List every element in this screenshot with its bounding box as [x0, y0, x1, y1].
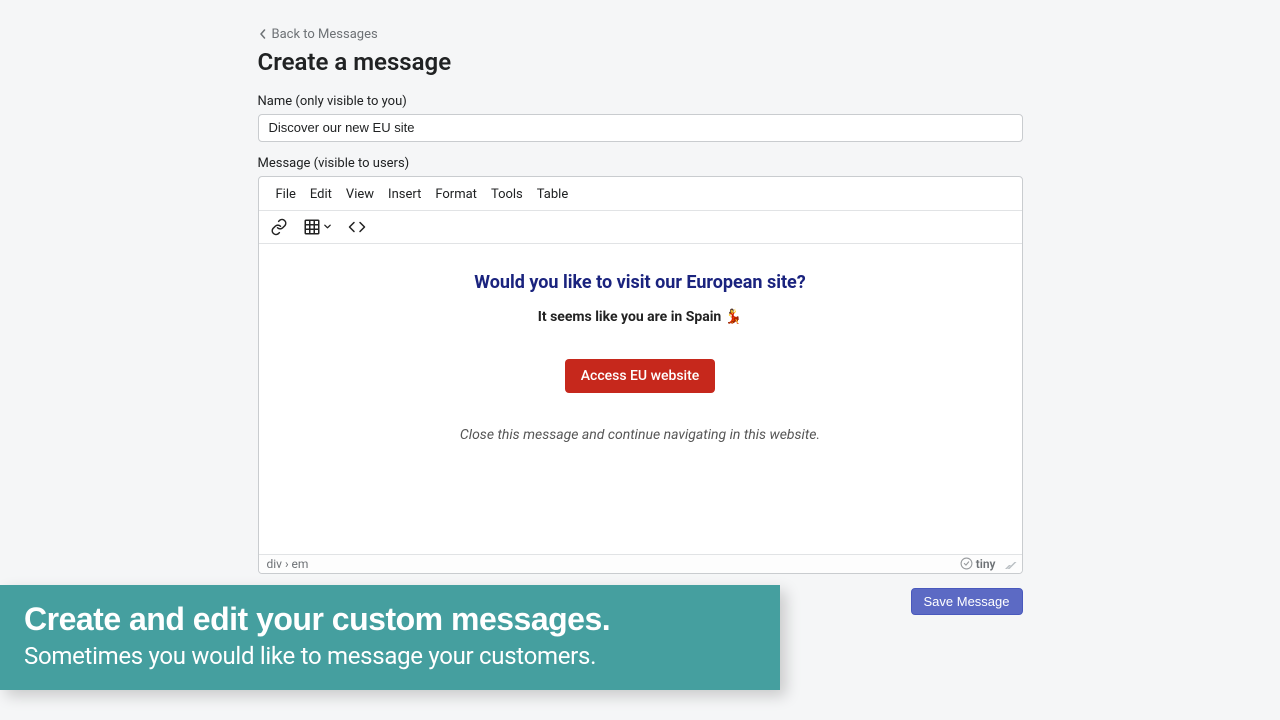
name-label: Name (only visible to you) — [258, 94, 1023, 109]
table-icon[interactable] — [303, 217, 333, 237]
content-headline: Would you like to visit our European sit… — [279, 272, 1002, 293]
editor-content-area[interactable]: Would you like to visit our European sit… — [259, 244, 1022, 554]
content-subline: It seems like you are in Spain 💃 — [279, 309, 1002, 325]
content-cta-button[interactable]: Access EU website — [565, 359, 716, 393]
content-note: Close this message and continue navigati… — [279, 427, 1002, 443]
status-path[interactable]: div › em — [267, 557, 309, 571]
menu-edit[interactable]: Edit — [303, 183, 339, 206]
tiny-logo-icon — [960, 557, 973, 570]
name-input[interactable] — [258, 114, 1023, 142]
back-link-label: Back to Messages — [272, 27, 378, 42]
menu-insert[interactable]: Insert — [381, 183, 428, 206]
menu-table[interactable]: Table — [530, 183, 575, 206]
chevron-down-icon — [323, 222, 332, 231]
promo-banner: Create and edit your custom messages. So… — [0, 585, 780, 690]
save-button[interactable]: Save Message — [911, 588, 1023, 615]
menu-view[interactable]: View — [339, 183, 381, 206]
editor-toolbar — [259, 211, 1022, 244]
message-label: Message (visible to users) — [258, 156, 1023, 171]
back-link[interactable]: Back to Messages — [258, 27, 378, 42]
promo-headline: Create and edit your custom messages. — [24, 601, 756, 638]
code-icon[interactable] — [347, 217, 367, 237]
editor-menubar: File Edit View Insert Format Tools Table — [259, 177, 1022, 211]
editor-statusbar: div › em tiny — [259, 554, 1022, 573]
page-title: Create a message — [258, 48, 1023, 76]
resize-handle-icon[interactable] — [1002, 558, 1014, 570]
promo-sub: Sometimes you would like to message your… — [24, 642, 756, 670]
menu-file[interactable]: File — [269, 183, 303, 206]
editor-brand[interactable]: tiny — [960, 557, 996, 571]
link-icon[interactable] — [269, 217, 289, 237]
chevron-left-icon — [258, 29, 268, 39]
menu-format[interactable]: Format — [428, 183, 484, 206]
rich-text-editor: File Edit View Insert Format Tools Table — [258, 176, 1023, 574]
menu-tools[interactable]: Tools — [484, 183, 530, 206]
